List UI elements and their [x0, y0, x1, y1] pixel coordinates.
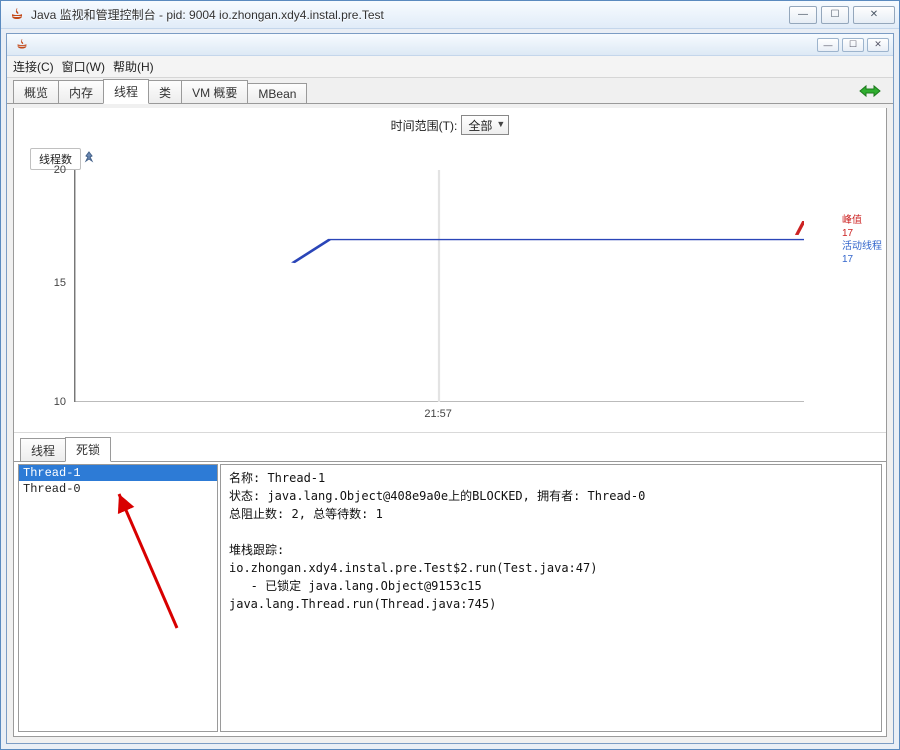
bottom-split: 线程 死锁 Thread-1 Thread-0 名称: Thread-1 状态:… — [14, 438, 886, 736]
ytick-15: 15 — [54, 277, 66, 289]
time-range-label: 时间范围(T): — [391, 117, 458, 134]
maximize-button[interactable]: ☐ — [821, 6, 849, 24]
close-button[interactable]: ✕ — [853, 6, 895, 24]
bottom-tabbar: 线程 死锁 — [14, 438, 886, 462]
menu-connect[interactable]: 连接(C) — [13, 58, 54, 75]
inner-window: — ☐ ✕ 连接(C) 窗口(W) 帮助(H) 概览 内存 线程 类 VM 概要… — [6, 33, 894, 744]
threads-content: 时间范围(T): 全部 线程数 — [13, 108, 887, 737]
java-icon — [9, 7, 25, 23]
time-range-row: 时间范围(T): 全部 — [14, 108, 886, 142]
ytick-20: 20 — [54, 164, 66, 176]
chart-plot: 20 15 10 21:57 峰值 17 活动线程 17 — [74, 170, 804, 402]
bottom-panes: Thread-1 Thread-0 名称: Thread-1 状态: java.… — [14, 462, 886, 736]
tab-threads[interactable]: 线程 — [103, 79, 149, 104]
tab-vm[interactable]: VM 概要 — [181, 80, 248, 104]
pin-icon[interactable] — [82, 151, 96, 165]
inner-minimize-button[interactable]: — — [817, 38, 839, 52]
tab-memory[interactable]: 内存 — [58, 80, 104, 104]
thread-detail: 名称: Thread-1 状态: java.lang.Object@408e9a… — [220, 464, 882, 732]
thread-list[interactable]: Thread-1 Thread-0 — [18, 464, 218, 732]
xtick-time: 21:57 — [424, 408, 452, 420]
java-icon — [15, 38, 29, 52]
menu-help[interactable]: 帮助(H) — [113, 58, 154, 75]
outer-window: Java 监视和管理控制台 - pid: 9004 io.zhongan.xdy… — [0, 0, 900, 750]
inner-maximize-button[interactable]: ☐ — [842, 38, 864, 52]
inner-close-button[interactable]: ✕ — [867, 38, 889, 52]
tab-mbean[interactable]: MBean — [247, 83, 307, 104]
time-range-select[interactable]: 全部 — [461, 115, 509, 135]
tab-thread-list[interactable]: 线程 — [20, 438, 66, 462]
titlebar: Java 监视和管理控制台 - pid: 9004 io.zhongan.xdy… — [1, 1, 899, 29]
main-tabbar: 概览 内存 线程 类 VM 概要 MBean — [7, 78, 893, 104]
list-item[interactable]: Thread-0 — [19, 481, 217, 497]
window-title: Java 监视和管理控制台 - pid: 9004 io.zhongan.xdy… — [31, 6, 785, 23]
splitter[interactable] — [14, 432, 886, 433]
minimize-button[interactable]: — — [789, 6, 817, 24]
connected-indicator — [859, 84, 881, 98]
menubar: 连接(C) 窗口(W) 帮助(H) — [7, 56, 893, 78]
thread-chart: 线程数 20 15 — [14, 142, 886, 428]
dual-arrow-icon — [859, 84, 881, 98]
ytick-10: 10 — [54, 396, 66, 408]
list-item[interactable]: Thread-1 — [19, 465, 217, 481]
inner-titlebar: — ☐ ✕ — [7, 34, 893, 56]
menu-window[interactable]: 窗口(W) — [62, 58, 105, 75]
tab-overview[interactable]: 概览 — [13, 80, 59, 104]
tab-deadlock[interactable]: 死锁 — [65, 437, 111, 462]
tab-classes[interactable]: 类 — [148, 80, 182, 104]
chart-legend: 峰值 17 活动线程 17 — [842, 214, 882, 266]
